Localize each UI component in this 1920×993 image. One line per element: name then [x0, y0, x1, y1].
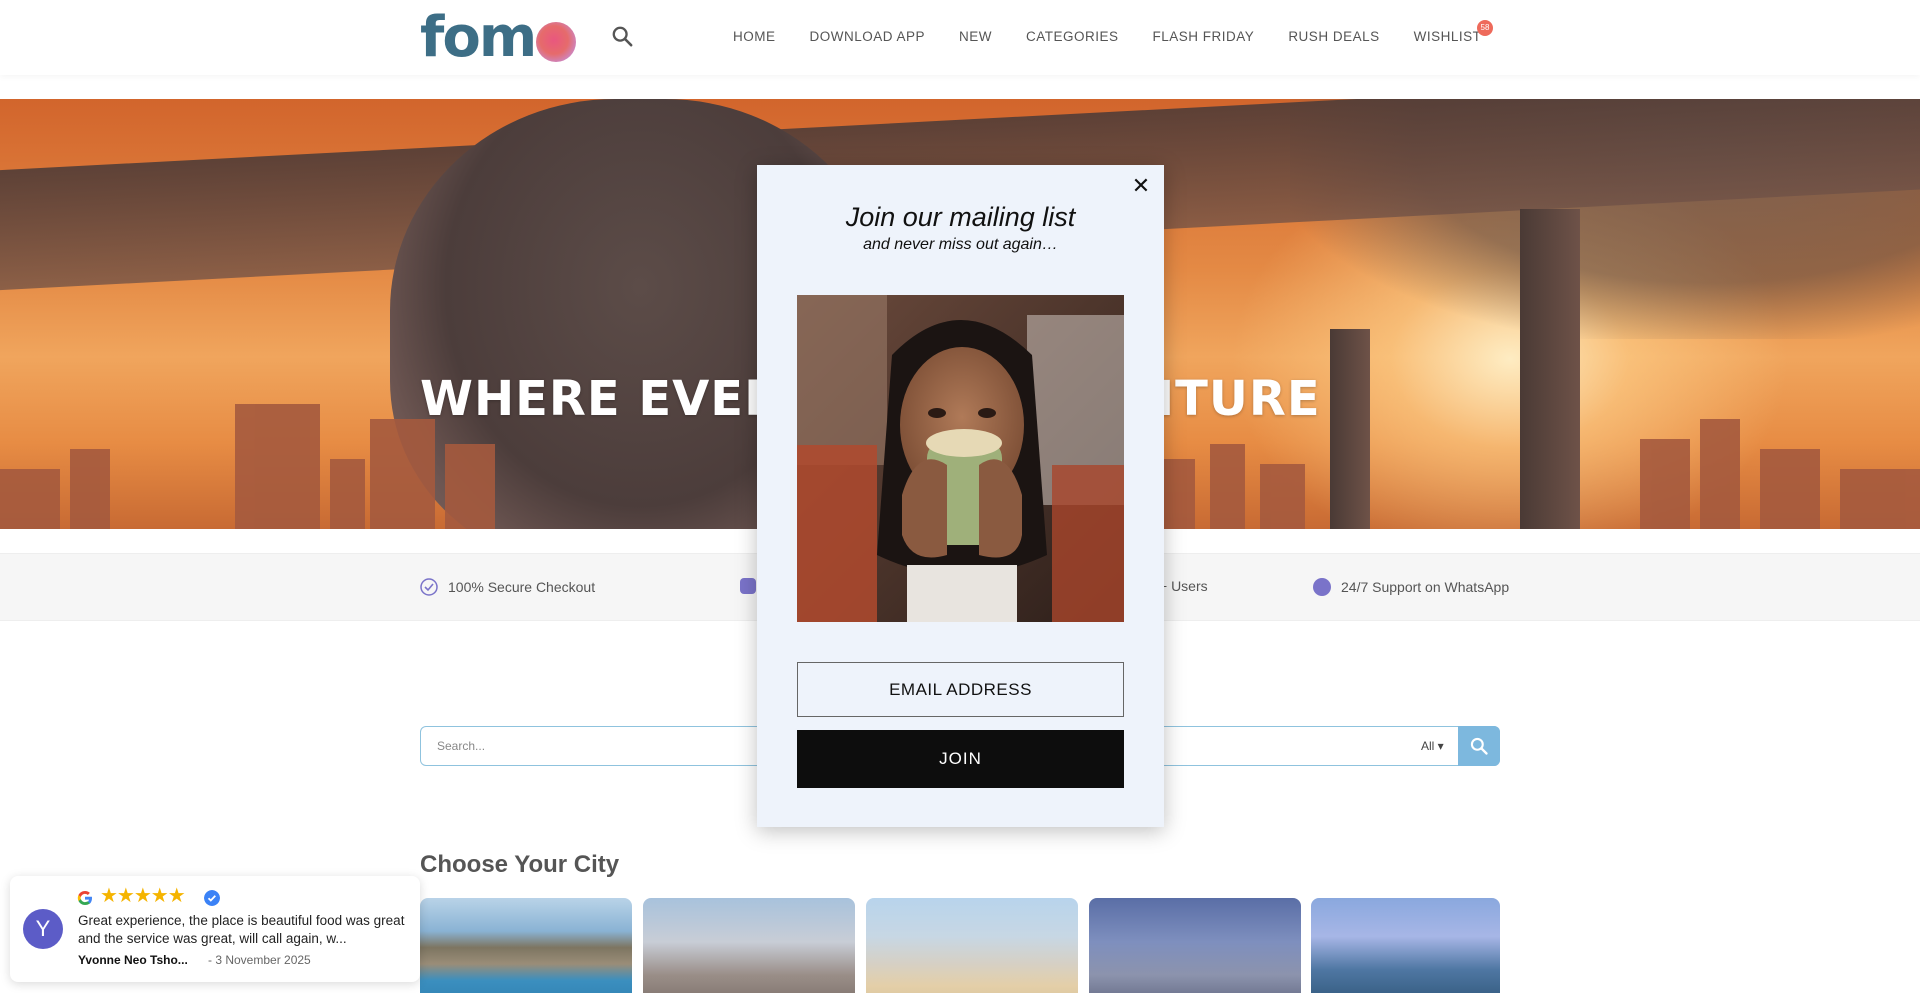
wishlist-count-badge: 58: [1477, 20, 1493, 36]
site-header: fom HOME DOWNLOAD APP NEW CATEGORIES FLA…: [0, 0, 1920, 75]
mailing-list-modal: ✕ Join our mailing list and never miss o…: [757, 165, 1164, 827]
woman-drinking-photo: [797, 295, 1124, 622]
search-icon[interactable]: [611, 25, 633, 47]
search-submit-button[interactable]: [1458, 726, 1500, 766]
review-author: Yvonne Neo Tsho...: [78, 953, 188, 967]
search-icon: [1470, 737, 1488, 755]
email-field[interactable]: EMAIL ADDRESS: [797, 662, 1124, 717]
choose-city-heading: Choose Your City: [420, 851, 620, 878]
city-card-johannesburg[interactable]: [643, 898, 855, 993]
modal-title: Join our mailing list: [845, 202, 1076, 232]
city-card-cape-town[interactable]: [420, 898, 632, 993]
feature-users-label: + Users: [1159, 578, 1208, 594]
main-nav: HOME DOWNLOAD APP NEW CATEGORIES FLASH F…: [733, 29, 1515, 44]
nav-flash-friday[interactable]: FLASH FRIDAY: [1153, 29, 1255, 44]
verified-badge-icon: [204, 890, 220, 906]
city-card-durban[interactable]: [866, 898, 1078, 993]
city-card-dubai[interactable]: [1089, 898, 1301, 993]
google-review-widget[interactable]: Y ★★★★★ Great experience, the place is b…: [10, 876, 420, 982]
nav-home[interactable]: HOME: [733, 29, 776, 44]
category-filter-select[interactable]: All ▾: [1421, 739, 1444, 753]
logo-o-mark: [536, 22, 577, 62]
feature-secure-checkout: 100% Secure Checkout: [420, 578, 595, 596]
feature-users: + Users: [1159, 578, 1208, 594]
city-card-abu-dhabi[interactable]: [1311, 898, 1500, 993]
modal-subtitle: and never miss out again…: [863, 236, 1058, 253]
check-circle-icon: [420, 578, 438, 596]
nav-wishlist[interactable]: WISHLIST: [1414, 29, 1482, 44]
reviewer-avatar: Y: [23, 909, 63, 949]
gift-icon: [740, 578, 756, 594]
fomo-logo[interactable]: fom: [420, 10, 577, 66]
feature-support: 24/7 Support on WhatsApp: [1313, 578, 1509, 596]
nav-new[interactable]: NEW: [959, 29, 992, 44]
feature-secure-label: 100% Secure Checkout: [448, 579, 596, 595]
search-input[interactable]: Search...: [437, 739, 485, 753]
feature-support-label: 24/7 Support on WhatsApp: [1341, 579, 1510, 595]
rating-stars: ★★★★★: [100, 885, 186, 907]
google-icon: [77, 891, 92, 905]
review-text: Great experience, the place is beautiful…: [78, 913, 405, 946]
nav-rush-deals[interactable]: RUSH DEALS: [1288, 29, 1379, 44]
nav-download-app[interactable]: DOWNLOAD APP: [810, 29, 926, 44]
nav-categories[interactable]: CATEGORIES: [1026, 29, 1119, 44]
close-icon[interactable]: ✕: [1130, 175, 1152, 197]
whatsapp-icon: [1313, 578, 1331, 596]
review-date: - 3 November 2025: [208, 953, 311, 967]
join-button[interactable]: JOIN: [797, 730, 1124, 788]
